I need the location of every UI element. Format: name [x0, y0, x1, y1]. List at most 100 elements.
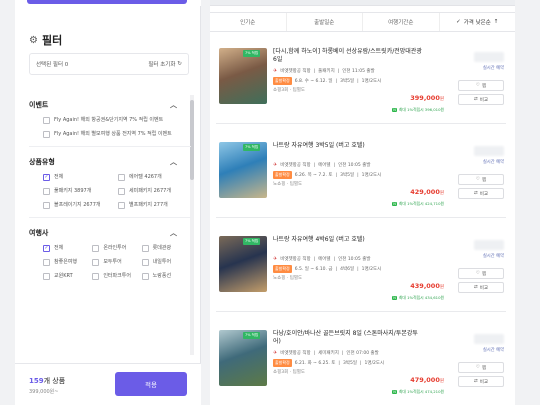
checkbox-checked[interactable]: ✓	[43, 245, 50, 252]
discount-row: N 최대 1%적립시 396,010원	[392, 107, 444, 112]
filter-scroll-area: 이벤트 ︿ Fly Again! 해외 항공권&단기지역 7% 적립 이벤트 F…	[15, 90, 201, 360]
sort-departure[interactable]: 출발일순	[287, 13, 363, 31]
checkbox[interactable]	[141, 273, 149, 280]
chevron-up-icon: ︿	[170, 229, 177, 237]
product-price: 479,000원	[410, 376, 444, 384]
date-row: 출발확정 6.8. 수 ~ 6.12. 일 | 3박5일 | 1명/2도시	[273, 77, 382, 85]
wishlist-button[interactable]: ♡ 찜	[458, 174, 504, 185]
airline-row: ✈ 비엣젯항공 직항 | 에어텔 | 인천 10:05 출발	[273, 162, 371, 168]
checkbox[interactable]	[118, 202, 125, 209]
product-type-option[interactable]: ✓ 전체	[43, 174, 112, 181]
panel-top-accent	[27, 0, 187, 4]
page-right-margin	[520, 0, 540, 405]
agency-option[interactable]: 인터파크투어	[92, 273, 137, 280]
checkbox[interactable]	[92, 273, 100, 280]
product-card[interactable]: 7% 적립 나트랑 자유여행 3박5일 (버고 호텔) ✈ 비엣젯항공 직항 | …	[216, 140, 506, 218]
apply-button[interactable]: 적용	[115, 372, 187, 396]
agency-option[interactable]: 온라인투어	[92, 245, 137, 252]
wishlist-button[interactable]: ♡ 찜	[458, 268, 504, 279]
price-row: 429,000원	[410, 188, 444, 196]
product-type-option[interactable]: 풀패키지 3897개	[43, 188, 112, 195]
checkbox[interactable]	[118, 174, 125, 181]
agency-option[interactable]: 내일투어	[141, 259, 187, 266]
checkbox[interactable]	[141, 259, 149, 266]
event-section-title[interactable]: 이벤트 ︿	[29, 100, 187, 110]
product-thumbnail[interactable]: 7% 적립	[219, 48, 267, 104]
wishlist-button[interactable]: ♡ 찜	[458, 80, 504, 91]
card-actions: 실시간 예약 ♡ 찜 ⇄ 비교	[458, 146, 504, 202]
filter-reset-button[interactable]: 필터 초기화 ↻	[148, 60, 182, 68]
agency-option[interactable]: 롯데관광	[141, 245, 187, 252]
compare-button[interactable]: ⇄ 비교	[458, 94, 504, 105]
product-type-option[interactable]: 세미패키지 2677개	[118, 188, 187, 195]
product-card[interactable]: 7% 적립 [다시,함께 하노이] 하롱베이 선상유람/스트릿카/전망대관광 6…	[216, 46, 506, 124]
airline-row: ✈ 비엣젯항공 직항 | 풀패키지 | 인천 11:05 출발	[273, 68, 375, 74]
departure-confirmed-badge: 출발확정	[273, 77, 292, 85]
sort-price-low[interactable]: ✓ 가격 낮은순 ↑	[440, 13, 516, 31]
checkbox[interactable]	[141, 245, 149, 252]
checkbox[interactable]	[118, 188, 125, 195]
product-title[interactable]: 나트랑 자유여행 3박5일 (버고 호텔)	[273, 142, 425, 150]
event-option[interactable]: Fly Again! 해외 별모여행 상품 전지역 7% 적립 이벤트	[43, 131, 187, 138]
npay-icon: N	[392, 296, 397, 300]
sort-duration[interactable]: 여행기간순	[363, 13, 440, 31]
live-booking-label: 실시간 예약	[482, 160, 504, 165]
product-thumbnail[interactable]: 7% 적립	[219, 330, 267, 386]
checkbox[interactable]	[43, 188, 50, 195]
checkbox-checked[interactable]: ✓	[43, 174, 50, 181]
compare-button[interactable]: ⇄ 비교	[458, 188, 504, 199]
reward-badge: 7% 적립	[243, 144, 261, 151]
discount-row: N 최대 1%적립시 474,210원	[392, 389, 444, 394]
checkbox[interactable]	[43, 131, 50, 138]
agency-title[interactable]: 여행사 ︿	[29, 228, 187, 238]
sort-bar: 인기순 출발일순 여행기간순 ✓ 가격 낮은순 ↑	[210, 12, 515, 32]
product-type-title[interactable]: 상품유형 ︿	[29, 157, 187, 167]
sort-popular[interactable]: 인기순	[210, 13, 287, 31]
agency-option[interactable]: 교원KRT	[43, 273, 88, 280]
blurred-agency-logo	[474, 240, 504, 250]
event-option[interactable]: Fly Again! 해외 항공권&단기지역 7% 적립 이벤트	[43, 117, 187, 124]
live-booking-label: 실시간 예약	[482, 254, 504, 259]
price-row: 399,000원	[410, 94, 444, 102]
checkbox[interactable]	[43, 202, 50, 209]
compare-button[interactable]: ⇄ 비교	[458, 376, 504, 387]
checkbox[interactable]	[43, 273, 50, 280]
filter-footer: 159개 상품 399,000원~ 적용	[15, 363, 201, 405]
checkbox[interactable]	[92, 259, 100, 266]
product-title[interactable]: 다낭/호이안/바나산 골든브릿지 8일 (스톤마사지/투본강투어)	[273, 330, 425, 346]
live-booking-label: 실시간 예약	[482, 348, 504, 353]
product-type-option[interactable]: 별프패키지 277개	[118, 202, 187, 209]
product-card[interactable]: 7% 적립 나트랑 자유여행 4박6일 (버고 호텔) ✈ 비엣젯항공 직항 | …	[216, 234, 506, 312]
agency-option[interactable]: 모두투어	[92, 259, 137, 266]
product-tags: 노쇼핑 · 팁별도	[273, 182, 303, 187]
filter-icon: ⚙	[29, 34, 38, 46]
product-thumbnail[interactable]: 7% 적립	[219, 142, 267, 198]
filter-panel: ⚙ 필터 선택된 필터 0 필터 초기화 ↻ 이벤트 ︿ Fly Again! …	[15, 0, 201, 405]
chevron-up-icon: ︿	[170, 101, 177, 109]
card-actions: 실시간 예약 ♡ 찜 ⇄ 비교	[458, 334, 504, 390]
agency-section: 여행사 ︿ ✓ 전체 온라인투어 롯데관광 참좋은여행 모두투어 내일투어 교원K…	[15, 218, 201, 288]
product-type-option[interactable]: 블프레이기지 2677개	[43, 202, 112, 209]
product-type-option[interactable]: 에어텔 4267개	[118, 174, 187, 181]
top-strip	[15, 0, 201, 6]
product-thumbnail[interactable]: 7% 적립	[219, 236, 267, 292]
selected-filter-box: 선택된 필터 0 필터 초기화 ↻	[29, 53, 189, 75]
agency-option[interactable]: ✓ 전체	[43, 245, 88, 252]
compare-button[interactable]: ⇄ 비교	[458, 282, 504, 293]
agency-option[interactable]: 노랑풍선	[141, 273, 187, 280]
product-price: 439,000원	[410, 282, 444, 290]
card-actions: 실시간 예약 ♡ 찜 ⇄ 비교	[458, 240, 504, 296]
agency-option[interactable]: 참좋은여행	[43, 259, 88, 266]
product-title[interactable]: [다시,함께 하노이] 하롱베이 선상유람/스트릿카/전망대관광 6일	[273, 48, 425, 64]
checkbox[interactable]	[43, 117, 50, 124]
heart-icon: ♡	[475, 177, 480, 182]
checkbox[interactable]	[43, 259, 50, 266]
npay-icon: N	[392, 390, 397, 394]
checkbox[interactable]	[92, 245, 100, 252]
product-title[interactable]: 나트랑 자유여행 4박6일 (버고 호텔)	[273, 236, 425, 244]
wishlist-button[interactable]: ♡ 찜	[458, 362, 504, 373]
product-card[interactable]: 7% 적립 다낭/호이안/바나산 골든브릿지 8일 (스톤마사지/투본강투어) …	[216, 328, 506, 405]
compare-icon: ⇄	[473, 285, 478, 290]
live-booking-label: 실시간 예약	[482, 66, 504, 71]
selected-filter-count: 선택된 필터 0	[36, 62, 69, 68]
